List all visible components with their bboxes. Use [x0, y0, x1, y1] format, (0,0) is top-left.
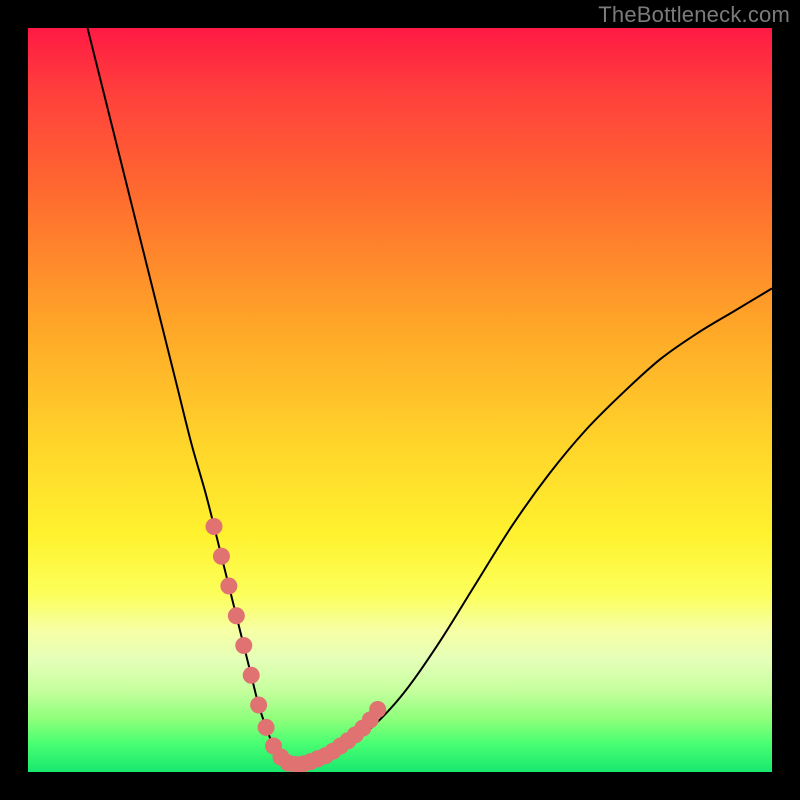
- highlight-marker: [235, 637, 252, 654]
- marker-group: [206, 518, 387, 772]
- bottleneck-curve: [88, 28, 772, 765]
- chart-frame: TheBottleneck.com: [0, 0, 800, 800]
- curve-svg: [28, 28, 772, 772]
- highlight-marker: [220, 578, 237, 595]
- watermark-text: TheBottleneck.com: [598, 2, 790, 28]
- plot-area: [28, 28, 772, 772]
- highlight-marker: [369, 701, 386, 718]
- highlight-marker: [213, 548, 230, 565]
- highlight-marker: [243, 667, 260, 684]
- highlight-marker: [228, 607, 245, 624]
- highlight-marker: [258, 719, 275, 736]
- highlight-marker: [250, 697, 267, 714]
- highlight-marker: [206, 518, 223, 535]
